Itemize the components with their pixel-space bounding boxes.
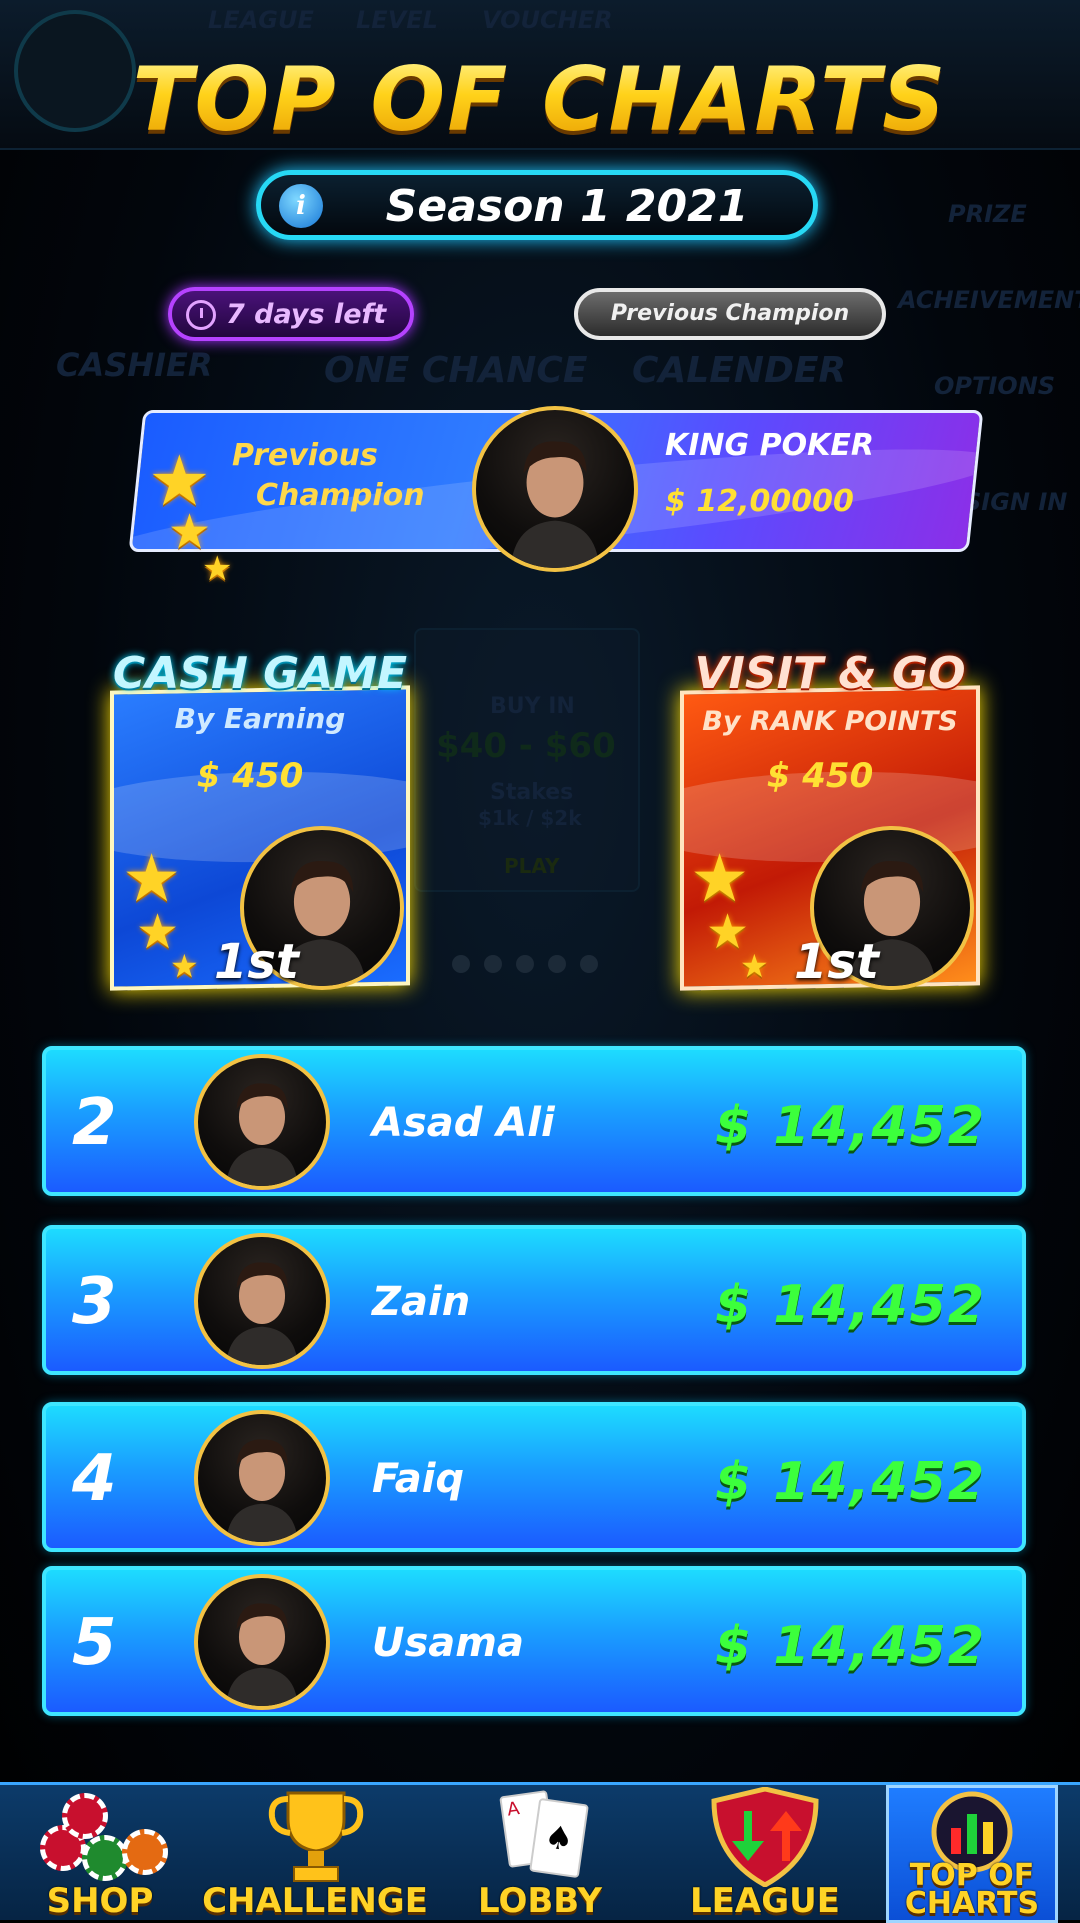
nav-league-label: LEAGUE — [690, 1881, 840, 1921]
leaderboard-row[interactable]: 5 Usama $ 14,452 — [42, 1566, 1026, 1716]
star-icon: ★ — [122, 840, 182, 917]
cash-game-subtitle: By Earning — [174, 702, 346, 735]
bg-tile-calender: CALENDER — [632, 350, 847, 391]
row-name: Usama — [372, 1620, 524, 1666]
info-icon[interactable]: i — [279, 184, 323, 228]
bg-menu-options: OPTIONS — [934, 372, 1056, 400]
league-shield-icon — [711, 1787, 819, 1887]
nav-challenge-label: CHALLENGE — [202, 1881, 428, 1921]
clock-icon — [186, 300, 216, 330]
pager-dot[interactable] — [516, 955, 534, 973]
bg-buyin-range: $40 - $60 — [436, 726, 616, 766]
row-rank: 2 — [72, 1086, 117, 1160]
star-icon: ★ — [202, 549, 233, 589]
row-name: Asad Ali — [372, 1100, 555, 1146]
bg-menu-achievements: ACHEIVEMENTS — [898, 286, 1080, 314]
bg-play-label: PLAY — [504, 854, 560, 878]
previous-champion-button[interactable]: Previous Champion — [574, 288, 886, 340]
nav-challenge[interactable]: CHALLENGE — [200, 1785, 430, 1923]
bg-menu-signin: SIGN IN — [964, 488, 1068, 516]
bg-stakes-value: $1k / $2k — [478, 806, 582, 830]
previous-champion-line1: Previous — [232, 438, 378, 473]
row-rank: 3 — [72, 1265, 117, 1339]
row-avatar — [194, 1574, 330, 1710]
row-amount: $ 14,452 — [715, 1096, 986, 1156]
leaderboard-row[interactable]: 2 Asad Ali $ 14,452 — [42, 1046, 1026, 1196]
previous-champion-line2: Champion — [256, 478, 425, 513]
bg-tab-league: LEAGUE — [208, 6, 314, 34]
cash-game-title: CASH GAME — [112, 648, 408, 699]
page-title: TOP OF CHARTS — [0, 48, 1080, 151]
row-rank: 5 — [72, 1606, 117, 1680]
row-amount: $ 14,452 — [715, 1452, 986, 1512]
row-amount: $ 14,452 — [715, 1275, 986, 1335]
row-amount: $ 14,452 — [715, 1616, 986, 1676]
row-avatar — [194, 1410, 330, 1546]
nav-league[interactable]: LEAGUE — [650, 1785, 880, 1923]
row-name: Faiq — [372, 1456, 465, 1502]
nav-top-of-charts[interactable]: TOP OF CHARTS — [886, 1785, 1058, 1923]
season-label: Season 1 2021 — [385, 181, 749, 232]
nav-top-of-charts-label: TOP OF CHARTS — [904, 1858, 1040, 1921]
cash-game-amount: $ 450 — [196, 756, 304, 796]
visit-go-title: VISIT & GO — [694, 648, 966, 699]
row-name: Zain — [372, 1279, 471, 1325]
champion-amount: $ 12,00000 — [665, 484, 854, 519]
row-rank: 4 — [72, 1442, 117, 1516]
season-pill: i Season 1 2021 — [256, 170, 818, 240]
visit-go-subtitle: By RANK POINTS — [702, 706, 958, 737]
cards-icon: ♠ — [529, 1797, 589, 1879]
visit-go-amount: $ 450 — [766, 756, 874, 796]
cash-game-rank: 1st — [214, 934, 299, 990]
leaderboard-row[interactable]: 4 Faiq $ 14,452 — [42, 1402, 1026, 1552]
bg-tile-cashier: CASHIER — [56, 346, 213, 384]
star-icon: ★ — [170, 947, 199, 985]
nav-shop[interactable]: SHOP — [0, 1785, 200, 1923]
bg-tile-one-chance: ONE CHANCE — [324, 350, 588, 391]
bg-stake-card: BUY IN $40 - $60 Stakes $1k / $2k PLAY — [414, 628, 640, 892]
star-icon: ★ — [740, 947, 769, 985]
champion-avatar[interactable] — [472, 406, 638, 572]
pager-dot[interactable] — [484, 955, 502, 973]
bg-buyin-label: BUY IN — [490, 694, 575, 719]
days-left-label: 7 days left — [226, 299, 387, 330]
trophy-icon — [268, 1791, 364, 1882]
pager-dot[interactable] — [452, 955, 470, 973]
champion-name: KING POKER — [665, 428, 874, 463]
bg-tab-level: LEVEL — [356, 6, 438, 34]
previous-champion-label: Previous Champion — [232, 436, 425, 516]
star-icon: ★ — [690, 840, 750, 917]
days-left-badge: 7 days left — [168, 287, 414, 341]
leaderboard-row[interactable]: 3 Zain $ 14,452 — [42, 1225, 1026, 1375]
row-avatar — [194, 1054, 330, 1190]
nav-shop-label: SHOP — [46, 1881, 154, 1921]
visit-go-rank: 1st — [794, 934, 879, 990]
pager-dot[interactable] — [580, 955, 598, 973]
bg-stakes-label: Stakes — [490, 780, 574, 805]
row-avatar — [194, 1233, 330, 1369]
pager-dot[interactable] — [548, 955, 566, 973]
bg-menu-prize: PRIZE — [948, 200, 1027, 228]
bg-tab-voucher: VOUCHER — [482, 6, 613, 34]
nav-lobby-label: LOBBY — [478, 1881, 602, 1921]
nav-lobby[interactable]: A ♠ LOBBY — [430, 1785, 650, 1923]
bottom-nav: SHOP CHALLENGE A ♠ LOBBY LEAGUE TOP OF C… — [0, 1782, 1080, 1923]
